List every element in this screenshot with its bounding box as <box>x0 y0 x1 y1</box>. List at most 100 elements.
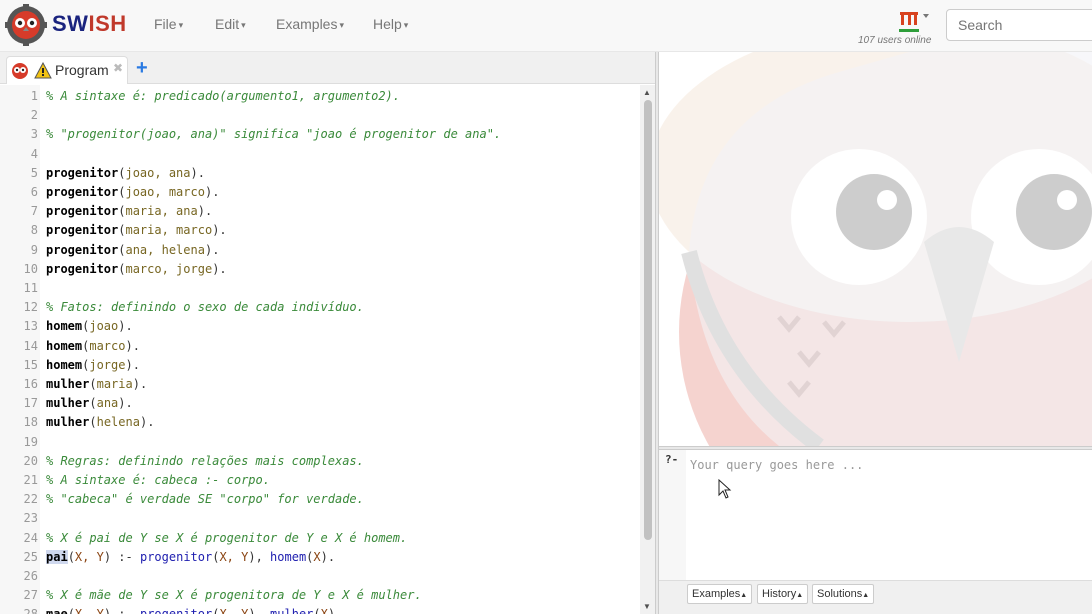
line-number: 11 <box>23 281 38 295</box>
results-pane <box>659 52 1092 446</box>
line-number: 6 <box>30 185 38 199</box>
code-line[interactable]: 8 progenitor(maria, marco). <box>0 221 655 240</box>
code-line[interactable]: 17 mulher(ana). <box>0 394 655 413</box>
predicate-name: homem <box>46 319 83 334</box>
code-line[interactable]: 5 progenitor(joao, ana). <box>0 164 655 183</box>
code-line[interactable]: 25 pai(X, Y) :- progenitor(X, Y), homem(X… <box>0 548 655 567</box>
code-line[interactable]: 28 mae(X, Y) :- progenitor(X, Y), mulher(… <box>0 605 655 614</box>
scroll-up-icon[interactable]: ▲ <box>643 88 651 97</box>
code-line[interactable]: 27 % X é mãe de Y se X é progenitora de Y… <box>0 586 655 605</box>
examples-button[interactable]: Examples▲ <box>687 584 753 604</box>
code-line[interactable]: 2 <box>0 106 655 125</box>
brand-prefix: SW <box>52 11 89 36</box>
query-gutter <box>659 450 686 580</box>
close-icon[interactable]: ✖ <box>113 61 123 75</box>
goal-separator: , <box>255 549 271 564</box>
line-code: % "cabeca" é verdade SE "corpo" for verd… <box>46 490 364 509</box>
code-line[interactable]: 3 % "progenitor(joao, ana)" significa "jo… <box>0 125 655 144</box>
examples-button-label: Examples <box>692 588 741 600</box>
code-line[interactable]: 13 homem(joao). <box>0 317 655 336</box>
code-comment: % "progenitor(joao, ana)" significa "joa… <box>46 127 502 142</box>
line-number: 5 <box>30 165 38 180</box>
line-number: 25 <box>23 549 38 564</box>
clause-end: . <box>197 165 205 180</box>
code-line[interactable]: 10 progenitor(marco, jorge). <box>0 260 655 279</box>
predicate-name: mulher <box>46 415 90 430</box>
code-line[interactable]: 22 % "cabeca" é verdade SE "corpo" for ve… <box>0 490 655 509</box>
line-code: % X é pai de Y se X é progenitor de Y e … <box>46 529 407 548</box>
solutions-button[interactable]: Solutions▲ <box>812 584 875 604</box>
clause-end: . <box>212 185 220 199</box>
clause-end: . <box>204 204 213 219</box>
rule-neck: :- <box>111 607 140 614</box>
line-number: 4 <box>30 146 38 161</box>
swish-logo-icon[interactable] <box>5 4 47 46</box>
clause-end: . <box>212 242 220 257</box>
caret-up-icon: ▲ <box>796 592 804 599</box>
predicate-args: jorge <box>89 357 126 372</box>
line-code: % Regras: definindo relações mais comple… <box>46 452 364 471</box>
history-button[interactable]: History▲ <box>757 584 809 604</box>
code-line[interactable]: 12 % Fatos: definindo o sexo de cada indi… <box>0 298 655 317</box>
line-code: progenitor(maria, marco). <box>46 223 227 238</box>
code-line[interactable]: 1 % A sintaxe é: predicado(argumento1, ar… <box>0 87 655 106</box>
brand-title: SWISH <box>52 11 127 37</box>
goal-args: X <box>321 607 328 614</box>
code-comment: % X é pai de Y se X é progenitor de Y e … <box>46 530 408 545</box>
query-input[interactable]: Your query goes here ... <box>690 458 863 472</box>
menu-examples[interactable]: Examples ▾ <box>276 16 344 32</box>
line-number: 18 <box>23 415 38 430</box>
caret-up-icon: ▲ <box>740 592 748 599</box>
predicate-name: mulher <box>46 396 90 411</box>
line-code: progenitor(joao, ana). <box>46 165 205 180</box>
mouse-pointer-icon <box>718 479 732 499</box>
clause-end: . <box>139 377 148 391</box>
swish-owl-icon <box>12 63 28 79</box>
code-line[interactable]: 21 % A sintaxe é: cabeca :- corpo. <box>0 471 655 490</box>
code-line[interactable]: 11 <box>0 279 655 298</box>
line-code: mulher(ana). <box>46 396 133 411</box>
line-code: % A sintaxe é: predicado(argumento1, arg… <box>46 87 400 106</box>
menu-file[interactable]: File ▾ <box>154 16 183 32</box>
line-number: 22 <box>23 492 38 507</box>
query-prompt: ?- <box>665 453 679 466</box>
code-line[interactable]: 7 progenitor(maria, ana). <box>0 202 655 221</box>
code-line[interactable]: 26 <box>0 567 655 586</box>
search-input[interactable] <box>946 9 1092 41</box>
code-line[interactable]: 6 progenitor(joao, marco). <box>0 183 655 202</box>
tab-program[interactable]: Program ✖ <box>6 56 128 84</box>
add-tab-icon[interactable]: + <box>136 57 148 80</box>
code-line[interactable]: 14 homem(marco). <box>0 337 655 356</box>
code-comment: % Fatos: definindo o sexo de cada indiví… <box>46 300 364 315</box>
line-number: 7 <box>30 204 38 219</box>
predicate-name: mulher <box>46 377 90 391</box>
code-editor[interactable]: 1 % A sintaxe é: predicado(argumento1, ar… <box>0 85 655 614</box>
history-button-label: History <box>762 588 797 600</box>
code-line[interactable]: 24 % X é pai de Y se X é progenitor de Y … <box>0 529 655 548</box>
code-line[interactable]: 23 <box>0 509 655 528</box>
code-line[interactable]: 9 progenitor(ana, helena). <box>0 241 655 260</box>
line-code: % A sintaxe é: cabeca :- corpo. <box>46 471 270 490</box>
menu-help[interactable]: Help ▾ <box>373 16 408 32</box>
menu-edit[interactable]: Edit ▾ <box>215 16 246 32</box>
code-line[interactable]: 15 homem(jorge). <box>0 356 655 375</box>
code-line[interactable]: 4 <box>0 145 655 164</box>
code-line[interactable]: 18 mulher(helena). <box>0 413 655 432</box>
editor-scrollbar-thumb[interactable] <box>644 100 652 540</box>
predicate-name: progenitor <box>46 223 119 238</box>
code-line[interactable]: 19 <box>0 433 655 452</box>
code-comment: % "cabeca" é verdade SE "corpo" for verd… <box>46 492 364 507</box>
line-code: progenitor(maria, ana). <box>46 204 213 219</box>
predicate-args: joao <box>89 319 119 334</box>
code-line[interactable]: 16 mulher(maria). <box>0 375 655 394</box>
line-number: 9 <box>30 242 38 257</box>
scroll-down-icon[interactable]: ▼ <box>643 602 651 611</box>
predicate-args: marco <box>89 338 126 353</box>
pengines-icon[interactable] <box>897 8 933 34</box>
brand-suffix: ISH <box>88 11 127 36</box>
code-comment: % A sintaxe é: predicado(argumento1, arg… <box>46 89 401 103</box>
code-line[interactable]: 20 % Regras: definindo relações mais comp… <box>0 452 655 471</box>
line-code: % X é mãe de Y se X é progenitora de Y e… <box>46 586 422 605</box>
menu-file-label: File <box>154 16 177 32</box>
clause-end: . <box>132 357 140 372</box>
